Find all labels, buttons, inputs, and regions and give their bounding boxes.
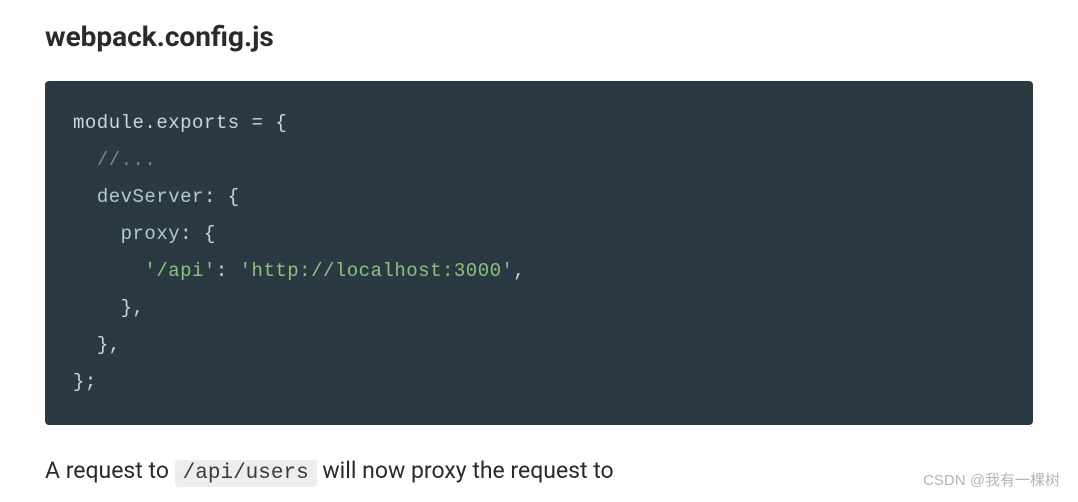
tok-api-key: '/api' [144,260,215,282]
indent [73,149,97,171]
indent [73,186,97,208]
indent [73,334,97,356]
code-line-6: }, [73,290,1005,327]
tok-exports: .exports [144,112,239,134]
code-line-5: '/api': 'http://localhost:3000', [73,253,1005,290]
document-content: webpack.config.js module.exports = { //.… [0,0,1078,489]
tok-close-brace: }, [121,297,145,319]
paragraph-after: will now proxy the request to [317,457,614,484]
tok-proxy: proxy [121,223,181,245]
code-line-8: }; [73,364,1005,401]
inline-code-api-users: /api/users [175,460,317,487]
code-line-7: }, [73,327,1005,364]
tok-comment: //... [97,149,157,171]
tok-devserver: devServer [97,186,204,208]
code-line-2: //... [73,142,1005,179]
description-paragraph: A request to /api/users will now proxy t… [45,455,1033,488]
code-line-3: devServer: { [73,179,1005,216]
tok-close-brace: }, [97,334,121,356]
indent [73,223,121,245]
tok-url-value: 'http://localhost:3000' [240,260,514,282]
tok-close-final: }; [73,371,97,393]
indent [73,260,144,282]
paragraph-before: A request to [45,457,175,484]
code-line-4: proxy: { [73,216,1005,253]
tok-colon-brace: : { [204,186,240,208]
tok-module: module [73,112,144,134]
tok-colon: : [216,260,240,282]
tok-colon-brace: : { [180,223,216,245]
watermark: CSDN @我有一棵树 [923,469,1060,490]
tok-comma: , [513,260,525,282]
file-heading: webpack.config.js [45,20,1033,53]
code-line-1: module.exports = { [73,105,1005,142]
code-block[interactable]: module.exports = { //... devServer: { pr… [45,81,1033,425]
tok-assign: = { [240,112,288,134]
indent [73,297,121,319]
